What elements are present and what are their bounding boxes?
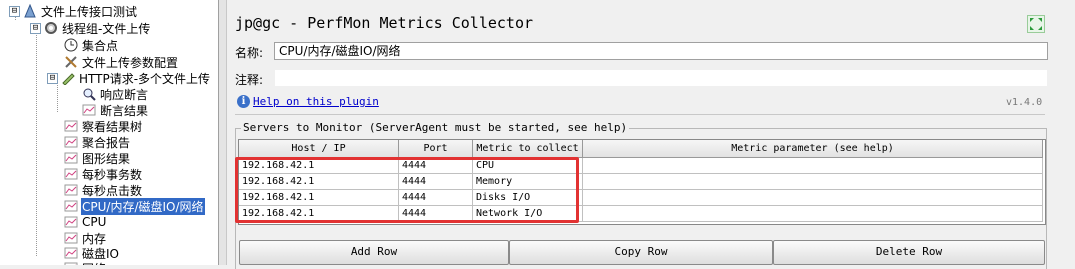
tree-item-transactions-per-second[interactable]: 每秒事务数 xyxy=(64,166,143,182)
help-row: i Help on this plugin xyxy=(237,95,379,108)
config-tools-icon xyxy=(64,55,78,69)
comment-field[interactable] xyxy=(274,69,1048,87)
tree-item-graph-results[interactable]: 图形结果 xyxy=(64,150,131,166)
tree-item-test-plan[interactable]: ⊟ 文件上传接口测试 xyxy=(9,3,138,19)
sampler-pen-icon xyxy=(61,71,75,85)
divider xyxy=(235,114,1045,115)
split-pane-divider[interactable] xyxy=(219,0,227,265)
tree-item-view-results-tree[interactable]: 察看结果树 xyxy=(64,118,143,134)
tree-item-hits-per-second[interactable]: 每秒点击数 xyxy=(64,182,143,198)
tree-item-perfmon-selected[interactable]: CPU/内存/磁盘IO/网络 xyxy=(64,197,205,215)
table-header: Host / IP Port Metric to collect Metric … xyxy=(239,140,1043,158)
tree-item-label: 每秒事务数 xyxy=(82,167,143,182)
tree-item-label: 网络 xyxy=(81,260,107,266)
tree-item-label: 察看结果树 xyxy=(82,119,143,134)
tree-item-label: CPU/内存/磁盘IO/网络 xyxy=(81,197,205,215)
expand-arrows-icon[interactable] xyxy=(1027,15,1045,33)
name-label: 名称: xyxy=(235,46,264,60)
collapse-icon[interactable]: ⊟ xyxy=(30,22,41,34)
version-label: v1.4.0 xyxy=(1006,97,1043,108)
tree-item-label: 文件上传接口测试 xyxy=(41,4,138,19)
collapse-icon[interactable]: ⊟ xyxy=(9,5,20,17)
test-plan-tree[interactable]: ⊟ 文件上传接口测试 ⊟ 线程组-文件上传 集合点 文件上传参数配置 ⊟ HTT… xyxy=(0,0,219,265)
name-field[interactable]: CPU/内存/磁盘IO/网络 xyxy=(274,42,1048,60)
copy-row-button[interactable]: Copy Row xyxy=(509,240,773,265)
tree-item-response-assertion[interactable]: 响应断言 xyxy=(82,86,149,102)
listener-chart-icon xyxy=(64,167,78,181)
listener-chart-icon xyxy=(64,119,78,133)
tree-item-network[interactable]: 网络 xyxy=(64,260,107,265)
listener-chart-icon xyxy=(64,183,78,197)
listener-chart-icon xyxy=(64,261,78,265)
tree-item-label: 线程组-文件上传 xyxy=(62,21,151,36)
tree-item-http-sampler[interactable]: ⊟ HTTP请求-多个文件上传 xyxy=(47,70,211,86)
delete-row-button[interactable]: Delete Row xyxy=(773,240,1045,265)
tree-item-sync-timer[interactable]: 集合点 xyxy=(64,37,119,53)
info-icon: i xyxy=(237,95,250,108)
tree-item-thread-group[interactable]: ⊟ 线程组-文件上传 xyxy=(30,20,151,36)
tree-item-label: 响应断言 xyxy=(100,87,149,102)
tree-item-label: 文件上传参数配置 xyxy=(82,55,179,70)
listener-chart-icon xyxy=(64,135,78,149)
tree-item-assertion-results[interactable]: 断言结果 xyxy=(82,102,149,118)
tree-item-label: 每秒点击数 xyxy=(82,183,143,198)
cell-parameter[interactable] xyxy=(583,206,1043,222)
listener-chart-icon xyxy=(82,103,96,117)
column-header-host[interactable]: Host / IP xyxy=(239,140,399,158)
collapse-icon[interactable]: ⊟ xyxy=(47,72,58,84)
cell-parameter[interactable] xyxy=(583,174,1043,190)
tree-item-csv-config[interactable]: 文件上传参数配置 xyxy=(64,54,179,70)
panel-title: jp@gc - PerfMon Metrics Collector xyxy=(235,14,534,32)
column-header-parameter[interactable]: Metric parameter (see help) xyxy=(583,140,1043,158)
listener-chart-icon xyxy=(64,231,78,245)
cell-parameter[interactable] xyxy=(583,158,1043,174)
red-annotation-box xyxy=(235,157,579,223)
tree-item-label: 集合点 xyxy=(82,38,119,53)
listener-chart-icon xyxy=(64,246,78,260)
tree-item-label: HTTP请求-多个文件上传 xyxy=(79,71,211,86)
comment-label: 注释: xyxy=(235,73,264,87)
tree-item-aggregate-report[interactable]: 聚合报告 xyxy=(64,134,131,150)
tree-item-cpu[interactable]: CPU xyxy=(64,214,107,230)
tree-item-label: CPU xyxy=(82,215,107,229)
test-plan-icon xyxy=(23,4,37,18)
timer-icon xyxy=(64,38,78,52)
thread-group-icon xyxy=(44,21,58,35)
perfmon-panel: jp@gc - PerfMon Metrics Collector 名称: CP… xyxy=(227,0,1075,269)
listener-chart-icon xyxy=(64,215,78,229)
listener-chart-icon xyxy=(64,199,78,213)
column-header-port[interactable]: Port xyxy=(399,140,473,158)
column-header-metric[interactable]: Metric to collect xyxy=(473,140,583,158)
tree-item-label: 聚合报告 xyxy=(82,135,131,150)
listener-chart-icon xyxy=(64,151,78,165)
tree-item-label: 图形结果 xyxy=(82,151,131,166)
magnifier-icon xyxy=(82,87,96,101)
help-link[interactable]: Help on this plugin xyxy=(253,95,379,108)
cell-parameter[interactable] xyxy=(583,190,1043,206)
tree-item-label: 断言结果 xyxy=(100,103,149,118)
servers-group-title: Servers to Monitor (ServerAgent must be … xyxy=(241,121,630,134)
add-row-button[interactable]: Add Row xyxy=(239,240,509,265)
